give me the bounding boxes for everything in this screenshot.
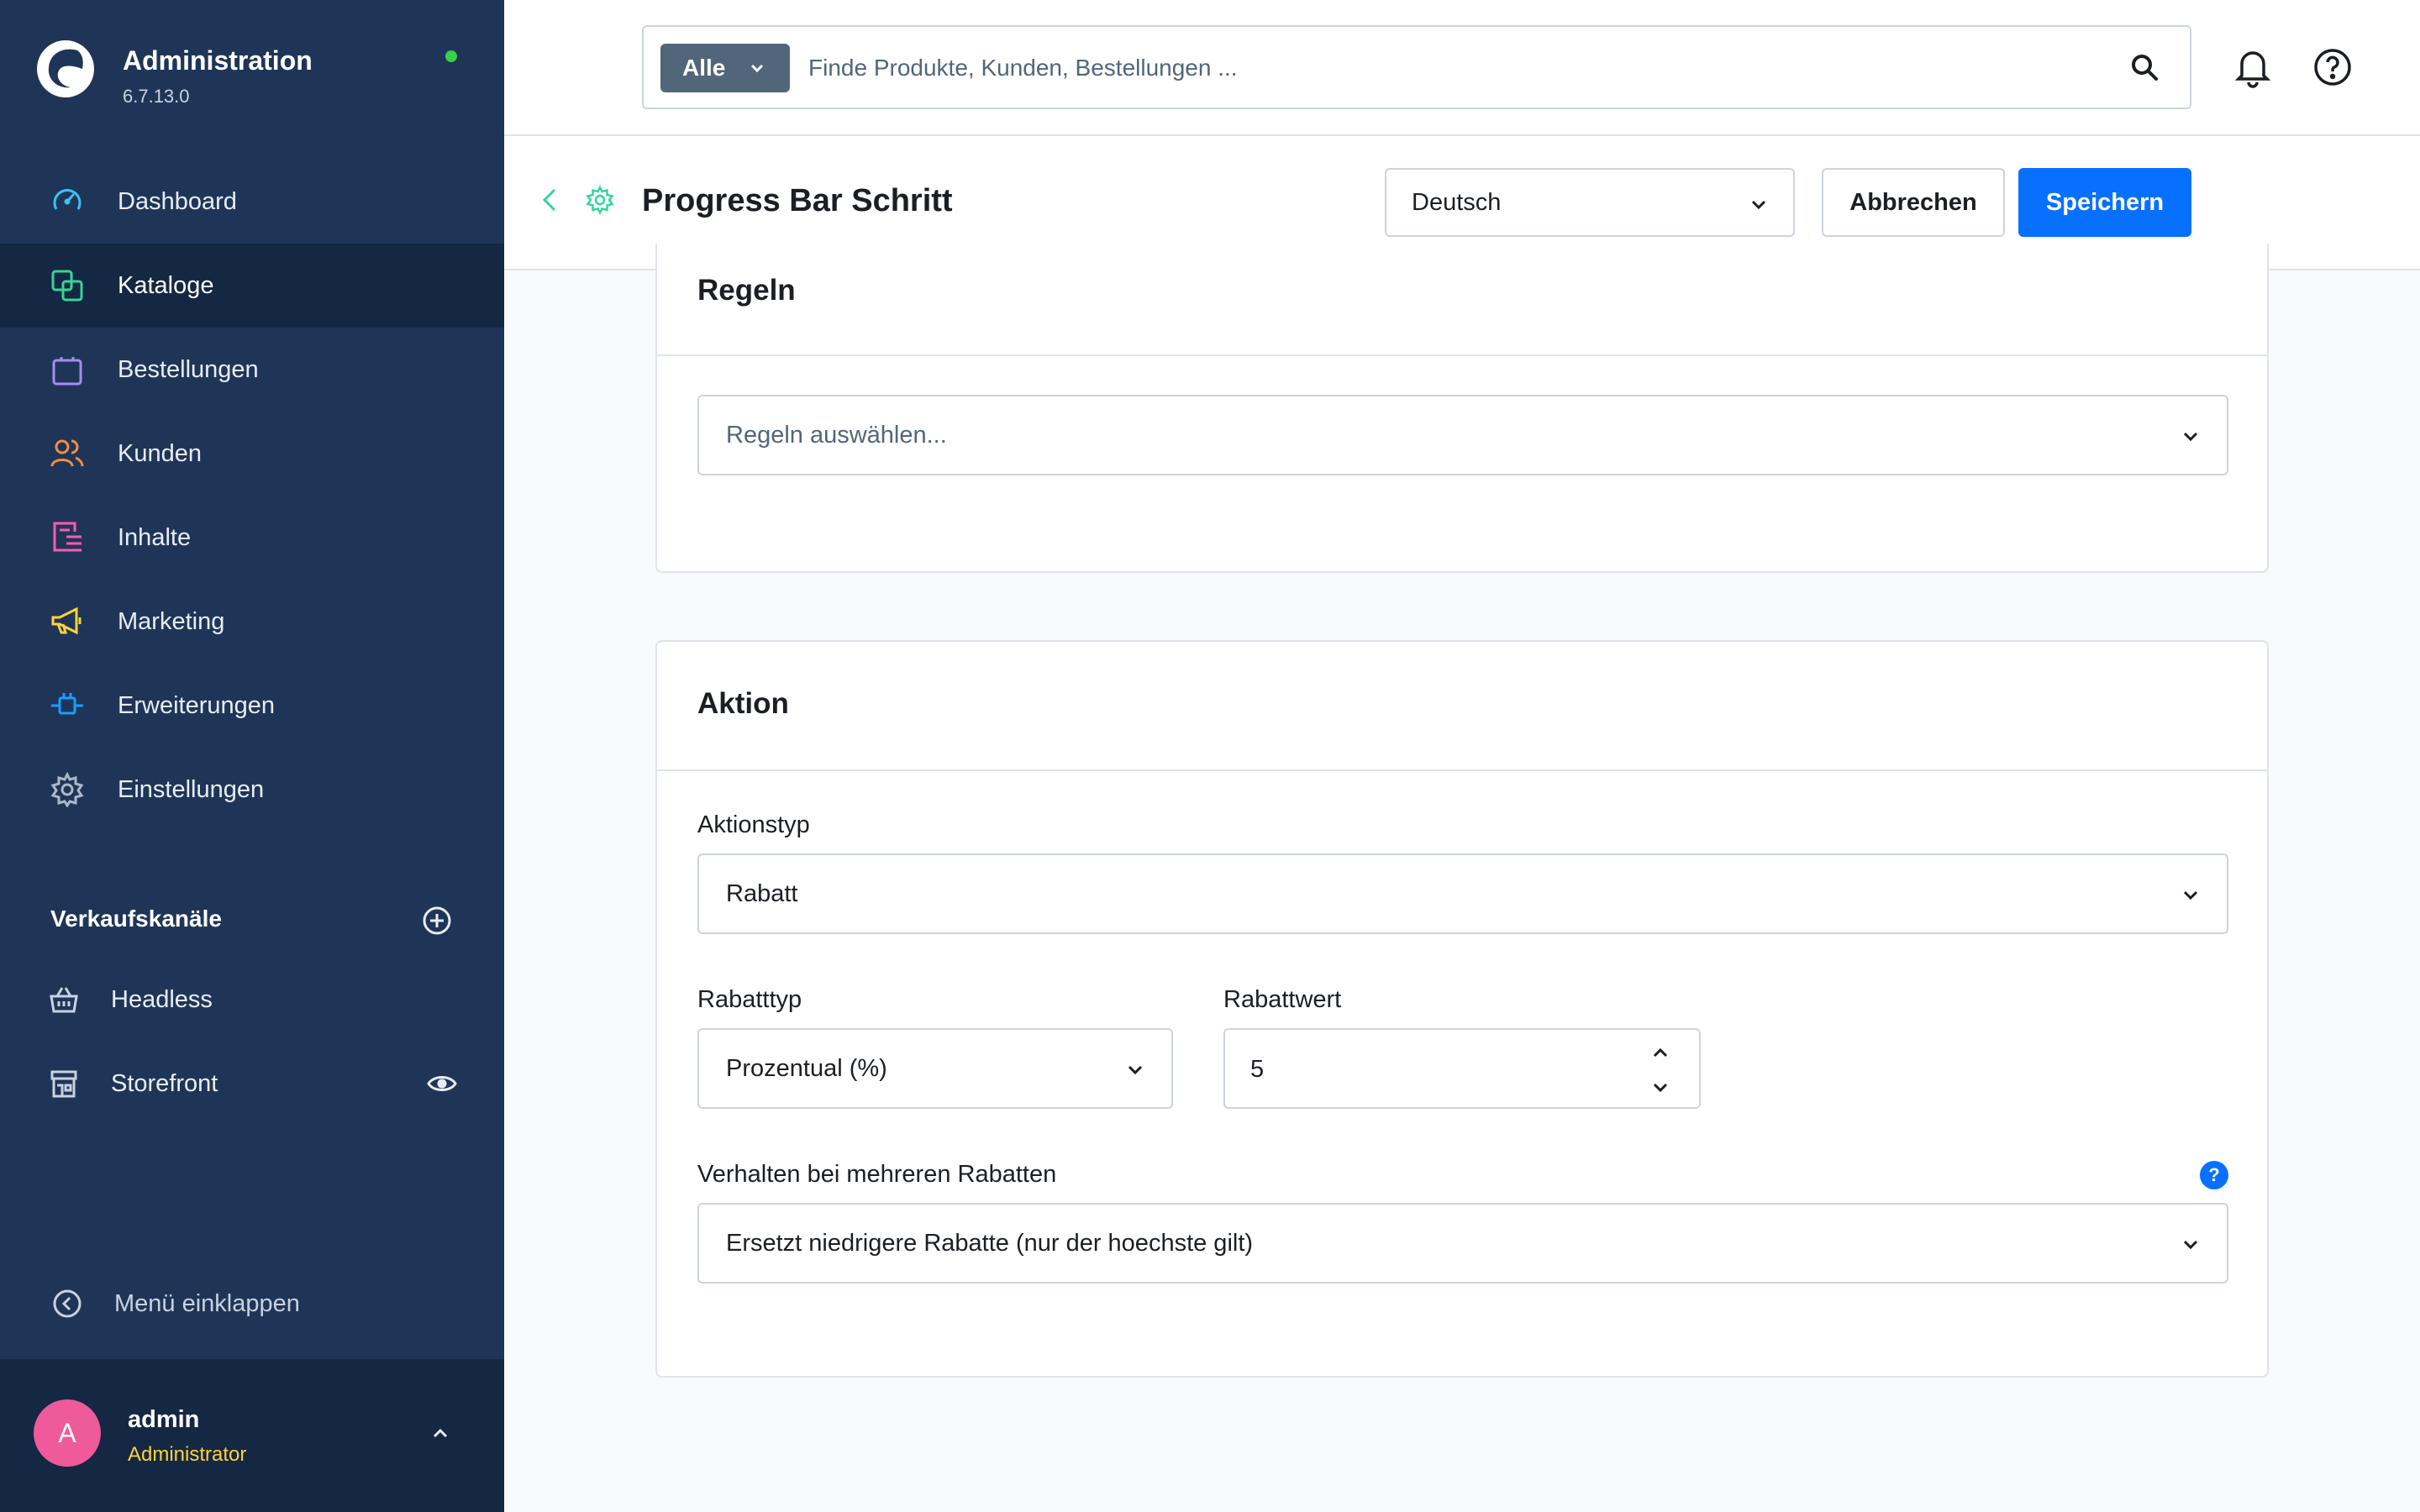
rules-card-title: Regeln bbox=[697, 274, 796, 307]
discount-value-input[interactable] bbox=[1250, 1047, 1620, 1092]
nav-label: Inhalte bbox=[118, 523, 192, 551]
sales-channel-label: Headless bbox=[111, 985, 213, 1013]
nav-label: Erweiterungen bbox=[118, 691, 275, 719]
card-divider bbox=[657, 769, 2267, 771]
behavior-select[interactable]: Ersetzt niedrigere Rabatte (nur der hoec… bbox=[697, 1203, 2228, 1284]
customers-icon bbox=[49, 435, 86, 472]
sales-channels-header: Verkaufskanäle bbox=[50, 902, 454, 939]
chevron-up-icon[interactable] bbox=[424, 1416, 457, 1450]
language-switch[interactable]: Deutsch bbox=[1385, 168, 1795, 237]
nav-label: Kataloge bbox=[118, 271, 214, 299]
global-search: Alle bbox=[642, 25, 2191, 109]
collapse-menu-label: Menü einklappen bbox=[114, 1289, 300, 1317]
user-menu[interactable]: A admin Administrator bbox=[0, 1359, 504, 1512]
search-type-label: Alle bbox=[682, 55, 726, 81]
nav-label: Kunden bbox=[118, 439, 202, 467]
chevron-up-icon[interactable] bbox=[1649, 1042, 1672, 1065]
sales-channels-title: Verkaufskanäle bbox=[50, 906, 222, 932]
sales-channel-label: Storefront bbox=[111, 1069, 218, 1097]
nav-item-marketing[interactable]: Marketing bbox=[0, 580, 504, 664]
megaphone-icon bbox=[49, 603, 86, 640]
nav-item-einstellungen[interactable]: Einstellungen bbox=[0, 748, 504, 832]
discount-value-stepper bbox=[1223, 1028, 1701, 1109]
gear-icon bbox=[49, 771, 86, 808]
shopware-logo-icon[interactable] bbox=[35, 39, 96, 99]
sales-channel-headless[interactable]: Headless bbox=[47, 974, 459, 1025]
nav-item-inhalte[interactable]: Inhalte bbox=[0, 496, 504, 580]
storefront-icon bbox=[47, 1067, 81, 1100]
eye-icon[interactable] bbox=[425, 1067, 459, 1100]
nav-item-dashboard[interactable]: Dashboard bbox=[0, 160, 504, 244]
dashboard-icon bbox=[49, 183, 86, 220]
back-chevron-icon[interactable] bbox=[538, 183, 563, 217]
nav-label: Marketing bbox=[118, 607, 225, 635]
search-icon[interactable] bbox=[2128, 50, 2161, 84]
sales-channel-storefront[interactable]: Storefront bbox=[47, 1058, 459, 1109]
online-status-dot bbox=[445, 50, 457, 62]
nav-label: Dashboard bbox=[118, 187, 237, 215]
action-type-value: Rabatt bbox=[726, 879, 798, 907]
add-sales-channel-icon[interactable] bbox=[420, 904, 454, 937]
cancel-button[interactable]: Abbrechen bbox=[1822, 168, 2005, 237]
bell-icon[interactable] bbox=[2230, 44, 2275, 89]
behavior-value: Ersetzt niedrigere Rabatte (nur der hoec… bbox=[726, 1229, 1254, 1257]
orders-bag-icon bbox=[49, 351, 86, 388]
collapse-menu-button[interactable]: Menü einklappen bbox=[49, 1278, 300, 1329]
language-value: Deutsch bbox=[1412, 188, 1502, 216]
content-icon bbox=[49, 519, 86, 556]
chevron-down-icon bbox=[2183, 1240, 2198, 1250]
action-type-select[interactable]: Rabatt bbox=[697, 853, 2228, 934]
help-icon[interactable] bbox=[2311, 45, 2354, 89]
avatar: A bbox=[34, 1399, 101, 1467]
top-bar: Alle bbox=[504, 0, 2420, 136]
behavior-label: Verhalten bei mehreren Rabatten bbox=[697, 1161, 1057, 1188]
basket-icon bbox=[47, 983, 81, 1016]
rules-card: Regeln Regeln auswählen... bbox=[655, 244, 2269, 573]
discount-value-label: Rabattwert bbox=[1223, 986, 1342, 1013]
nav-item-kunden[interactable]: Kunden bbox=[0, 412, 504, 496]
chevron-down-icon bbox=[750, 64, 764, 73]
user-role: Administrator bbox=[128, 1443, 247, 1466]
main-nav: Dashboard Kataloge Bestellungen Kunden I… bbox=[0, 160, 504, 832]
help-tooltip-icon[interactable]: ? bbox=[2200, 1161, 2228, 1189]
sidebar: Administration 6.7.13.0 Dashboard Katalo… bbox=[0, 0, 504, 1512]
nav-label: Bestellungen bbox=[118, 355, 259, 383]
nav-item-erweiterungen[interactable]: Erweiterungen bbox=[0, 664, 504, 748]
nav-item-bestellungen[interactable]: Bestellungen bbox=[0, 328, 504, 412]
chevron-down-icon bbox=[1128, 1065, 1143, 1075]
action-card: Aktion Aktionstyp Rabatt Rabatttyp Proze… bbox=[655, 640, 2269, 1378]
chevron-left-circle-icon bbox=[49, 1285, 86, 1322]
action-type-label: Aktionstyp bbox=[697, 811, 810, 838]
save-button[interactable]: Speichern bbox=[2018, 168, 2191, 237]
discount-type-value: Prozentual (%) bbox=[726, 1054, 887, 1082]
chevron-down-icon bbox=[2183, 432, 2198, 442]
search-input[interactable] bbox=[808, 44, 2102, 92]
nav-item-kataloge[interactable]: Kataloge bbox=[0, 244, 504, 328]
user-name: admin bbox=[128, 1406, 200, 1433]
chevron-down-icon bbox=[1751, 200, 1766, 210]
rules-select[interactable]: Regeln auswählen... bbox=[697, 395, 2228, 475]
chevron-down-icon bbox=[2183, 890, 2198, 900]
nav-label: Einstellungen bbox=[118, 775, 265, 803]
plug-icon bbox=[49, 687, 86, 724]
card-divider bbox=[657, 354, 2267, 356]
discount-type-select[interactable]: Prozentual (%) bbox=[697, 1028, 1173, 1109]
rules-select-placeholder: Regeln auswählen... bbox=[726, 421, 947, 449]
page-title: Progress Bar Schritt bbox=[642, 183, 953, 218]
action-card-title: Aktion bbox=[697, 687, 789, 720]
app-version: 6.7.13.0 bbox=[123, 86, 190, 107]
catalogue-icon bbox=[49, 267, 86, 304]
search-type-dropdown[interactable]: Alle bbox=[660, 44, 790, 92]
chevron-down-icon[interactable] bbox=[1649, 1075, 1672, 1099]
settings-gear-icon bbox=[586, 185, 614, 215]
brand: Administration 6.7.13.0 bbox=[35, 39, 472, 114]
discount-type-label: Rabatttyp bbox=[697, 986, 802, 1013]
app-name: Administration bbox=[123, 45, 313, 76]
